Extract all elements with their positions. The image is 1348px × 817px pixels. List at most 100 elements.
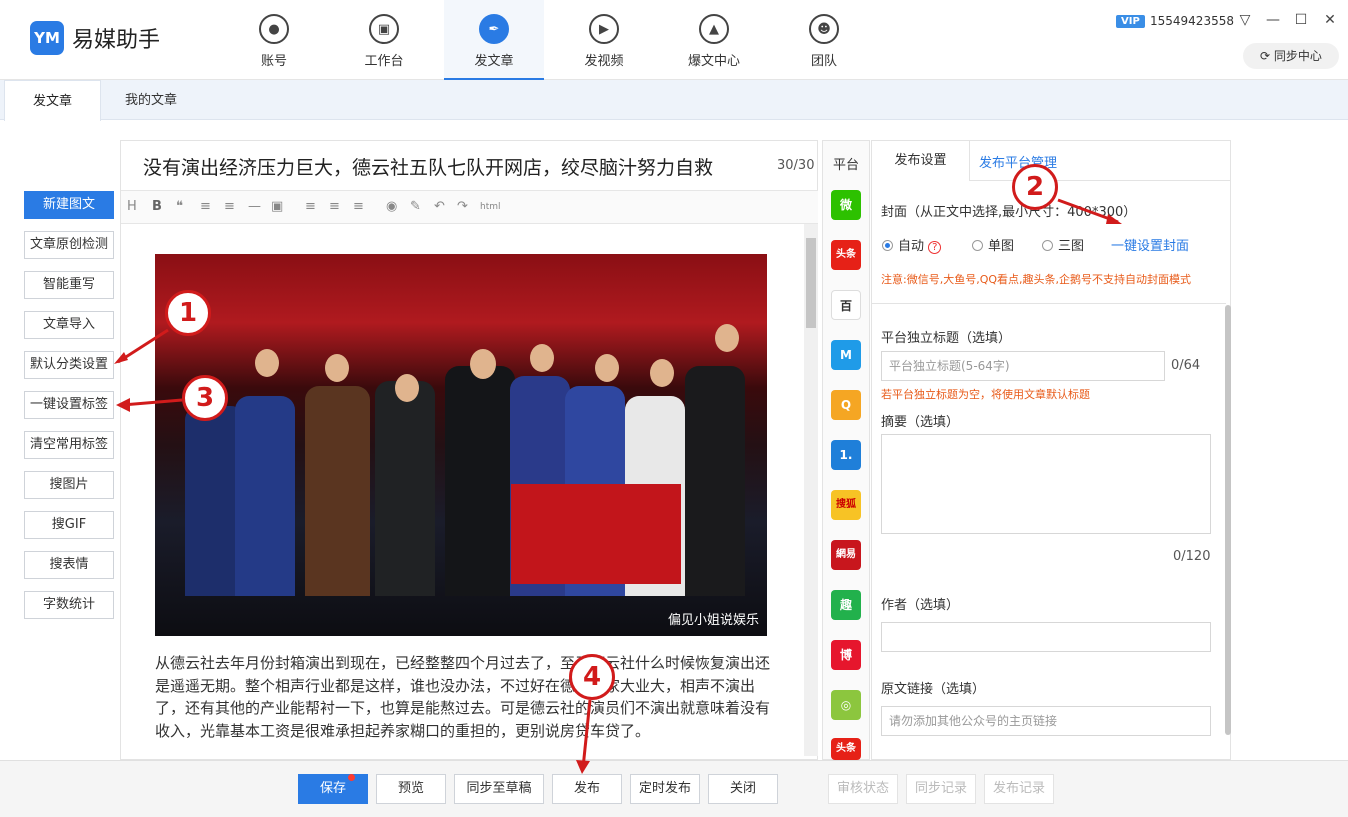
- close-button[interactable]: 关闭: [708, 774, 778, 804]
- sohu-icon[interactable]: 搜狐: [831, 490, 861, 520]
- tab-divider: [970, 180, 1230, 181]
- unsaved-dot: [348, 774, 355, 781]
- flame-icon: ▲: [699, 14, 729, 44]
- settings-scrollbar[interactable]: [1225, 305, 1231, 735]
- nav-label: 账号: [260, 54, 287, 69]
- align-center-icon[interactable]: ≡: [329, 199, 340, 214]
- maximize-icon[interactable]: ☐: [1291, 10, 1311, 30]
- sync-center-button[interactable]: ⟳ 同步中心: [1243, 43, 1339, 69]
- nav-label: 工作台: [364, 54, 404, 69]
- toutiao2-icon[interactable]: 头条: [831, 738, 861, 760]
- align-left-icon[interactable]: ≡: [305, 199, 316, 214]
- play-icon: ▶: [589, 14, 619, 44]
- undo-icon[interactable]: ↶: [434, 199, 445, 214]
- eraser-icon[interactable]: ✎: [410, 199, 421, 214]
- yidian-icon[interactable]: 1.: [831, 440, 861, 470]
- redo-icon[interactable]: ↷: [457, 199, 468, 214]
- nav-post-article[interactable]: ✒ 发文章: [444, 0, 544, 80]
- editor-scrollbar[interactable]: [804, 224, 818, 756]
- nav-workbench[interactable]: ▣ 工作台: [334, 0, 434, 80]
- app-logo: YM: [30, 21, 64, 55]
- close-icon[interactable]: ✕: [1320, 10, 1340, 30]
- clear-tags-button[interactable]: 清空常用标签: [24, 431, 114, 459]
- subtitle-label: 平台独立标题（选填）: [881, 331, 1012, 346]
- netease-icon[interactable]: 網易: [831, 540, 861, 570]
- originality-check-button[interactable]: 文章原创检测: [24, 231, 114, 259]
- tab-publish-settings[interactable]: 发布设置: [872, 141, 970, 181]
- word-count-button[interactable]: 字数统计: [24, 591, 114, 619]
- unordered-list-icon[interactable]: ≡: [224, 199, 235, 214]
- save-button[interactable]: 保存: [298, 774, 368, 804]
- minimize-icon[interactable]: —: [1263, 10, 1283, 30]
- cover-auto-radio[interactable]: 自动 ?: [882, 235, 942, 254]
- title-count: 30/30: [777, 158, 815, 173]
- tab-my-articles[interactable]: 我的文章: [97, 80, 205, 121]
- sync-record-button[interactable]: 同步记录: [906, 774, 976, 804]
- author-input[interactable]: [881, 622, 1211, 652]
- nav-account[interactable]: ● 账号: [224, 0, 324, 80]
- quote-icon[interactable]: ❝: [176, 199, 183, 214]
- html-source-button[interactable]: html: [480, 202, 501, 212]
- option-label: 三图: [1058, 239, 1085, 254]
- baijia-icon[interactable]: 百: [831, 290, 861, 320]
- subtitle-count: 0/64: [1171, 358, 1201, 373]
- default-category-button[interactable]: 默认分类设置: [24, 351, 114, 379]
- option-label: 单图: [988, 239, 1015, 254]
- weibo-icon[interactable]: 博: [831, 640, 861, 670]
- scheduled-publish-button[interactable]: 定时发布: [630, 774, 700, 804]
- annotation-4: 4: [569, 654, 615, 700]
- find-icon[interactable]: ◉: [386, 199, 397, 214]
- dayu-icon[interactable]: M: [831, 340, 861, 370]
- ordered-list-icon[interactable]: ≡: [200, 199, 211, 214]
- section-divider: [872, 303, 1226, 304]
- align-right-icon[interactable]: ≡: [353, 199, 364, 214]
- vip-badge: VIP: [1116, 15, 1145, 28]
- search-gif-button[interactable]: 搜GIF: [24, 511, 114, 539]
- help-icon[interactable]: ?: [928, 241, 942, 254]
- dropdown-icon[interactable]: ▽: [1235, 10, 1255, 30]
- subtitle-note: 若平台独立标题为空，将使用文章默认标题: [881, 388, 1090, 401]
- cover-triple-radio[interactable]: 三图: [1042, 235, 1084, 254]
- annotation-1: 1: [165, 290, 211, 336]
- qiehao-icon[interactable]: Q: [831, 390, 861, 420]
- qutoutiao-icon[interactable]: 趣: [831, 590, 861, 620]
- image-icon[interactable]: ▣: [271, 199, 283, 214]
- summary-textarea[interactable]: [881, 434, 1211, 534]
- subtitle-input[interactable]: 平台独立标题(5-64字): [881, 351, 1165, 381]
- bold-icon[interactable]: B: [152, 199, 162, 214]
- publish-button[interactable]: 发布: [552, 774, 622, 804]
- refresh-icon: ⟳: [1260, 49, 1274, 63]
- review-status-button[interactable]: 审核状态: [828, 774, 898, 804]
- nav-post-video[interactable]: ▶ 发视频: [554, 0, 654, 80]
- heading-icon[interactable]: H: [127, 199, 137, 214]
- radio-icon: [882, 240, 893, 251]
- origin-link-input[interactable]: 请勿添加其他公众号的主页链接: [881, 706, 1211, 736]
- article-body[interactable]: 从德云社去年月份封箱演出到现在，已经整整四个月过去了，至于德云社什么时候恢复演出…: [155, 652, 773, 756]
- wechat-icon[interactable]: 微: [831, 190, 861, 220]
- search-images-button[interactable]: 搜图片: [24, 471, 114, 499]
- origin-link-label: 原文链接（选填）: [881, 682, 986, 697]
- cover-single-radio[interactable]: 单图: [972, 235, 1014, 254]
- author-label: 作者（选填）: [881, 598, 960, 613]
- search-emoji-button[interactable]: 搜表情: [24, 551, 114, 579]
- sync-center-label: 同步中心: [1273, 49, 1322, 63]
- toutiao-icon[interactable]: 头条: [831, 240, 861, 270]
- option-label: 自动: [898, 239, 925, 254]
- annotation-3: 3: [182, 375, 228, 421]
- smart-rewrite-button[interactable]: 智能重写: [24, 271, 114, 299]
- preview-button[interactable]: 预览: [376, 774, 446, 804]
- tab-post-article[interactable]: 发文章: [4, 80, 102, 121]
- one-key-tags-button[interactable]: 一键设置标签: [24, 391, 114, 419]
- hr-icon[interactable]: —: [248, 199, 261, 214]
- nav-hot-articles[interactable]: ▲ 爆文中心: [664, 0, 764, 80]
- sync-draft-button[interactable]: 同步至草稿: [454, 774, 544, 804]
- publish-record-button[interactable]: 发布记录: [984, 774, 1054, 804]
- nav-team[interactable]: ☻ 团队: [774, 0, 874, 80]
- import-article-button[interactable]: 文章导入: [24, 311, 114, 339]
- jianshu-icon[interactable]: ◎: [831, 690, 861, 720]
- cover-note: 注意:微信号,大鱼号,QQ看点,趣头条,企鹅号不支持自动封面模式: [881, 273, 1192, 286]
- article-title[interactable]: 没有演出经济压力巨大，德云社五队七队开网店，绞尽脑汁努力自救: [143, 153, 713, 180]
- image-caption: 偏见小姐说娱乐: [667, 613, 759, 628]
- one-key-cover-link[interactable]: 一键设置封面: [1111, 235, 1189, 254]
- new-article-button[interactable]: 新建图文: [24, 191, 114, 219]
